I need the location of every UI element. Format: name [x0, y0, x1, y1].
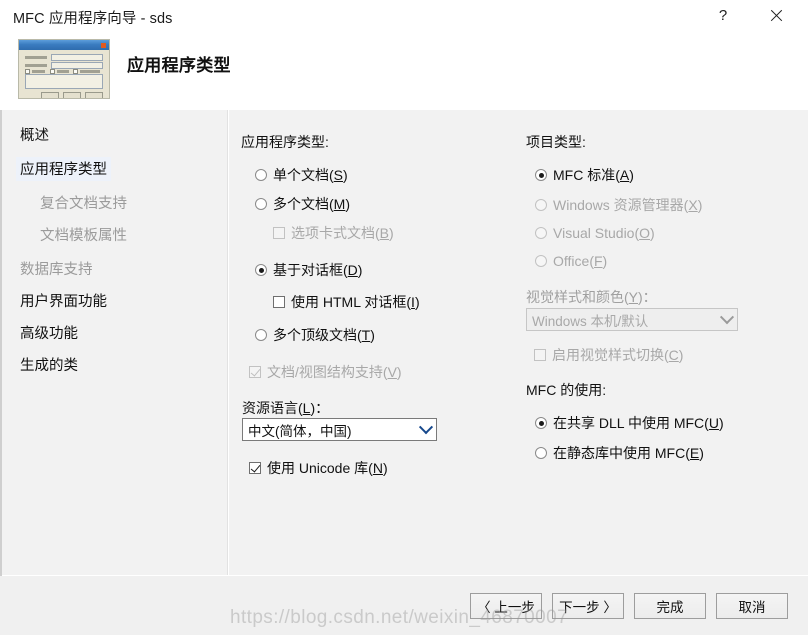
radio-use-mfc-shared-dll[interactable]: 在共享 DLL 中使用 MFC(U) [535, 413, 724, 433]
option-label: Visual Studio(O) [553, 225, 655, 241]
project-type-column: 项目类型: MFC 标准(A) Windows 资源管理器(X) Visual … [526, 110, 796, 575]
sidebar-item-4: 文档模板属性 [36, 223, 131, 247]
sidebar-item-label: 数据库支持 [20, 262, 93, 278]
radio-single-document[interactable]: 单个文档(S) [255, 165, 348, 185]
radio-indicator [255, 169, 267, 181]
sidebar-item-label: 生成的类 [20, 358, 78, 374]
wizard-sidebar: 概述应用程序类型复合文档支持 文档模板属性数据库支持用户界面功能 高级功能生成的类 [2, 110, 228, 575]
checkbox-tabbed-documents: 选项卡式文档(B) [273, 223, 394, 243]
cancel-button[interactable]: 取消 [716, 593, 788, 619]
help-button[interactable]: ? [700, 0, 746, 31]
option-label: 在共享 DLL 中使用 MFC(U) [553, 415, 724, 431]
radio-indicator [535, 227, 547, 239]
checkbox-use-unicode-libraries[interactable]: 使用 Unicode 库(N) [249, 458, 388, 478]
close-button[interactable] [753, 0, 799, 31]
title-bar: MFC 应用程序向导 - sds ? [0, 0, 808, 32]
sidebar-item-6[interactable]: 用户界面功能 [16, 289, 111, 313]
thumbnail-titlebar [19, 40, 109, 50]
application-type-column: 应用程序类型: 单个文档(S) 多个文档(M) 选项卡式文档(B) 基于对话框(… [241, 110, 521, 575]
radio-indicator [535, 417, 547, 429]
radio-multiple-top-level-documents[interactable]: 多个顶级文档(T) [255, 325, 375, 345]
radio-dialog-based[interactable]: 基于对话框(D) [255, 260, 362, 280]
radio-indicator [255, 264, 267, 276]
dialog-preview-thumbnail [18, 39, 110, 99]
mfc-usage-group-label: MFC 的使用: [526, 382, 607, 398]
sidebar-item-2[interactable]: 应用程序类型 [16, 157, 111, 181]
checkbox-enable-visual-style-switching: 启用视觉样式切换(C) [534, 345, 683, 365]
checkbox-indicator [273, 296, 285, 308]
radio-multiple-documents[interactable]: 多个文档(M) [255, 194, 350, 214]
sidebar-item-3: 复合文档支持 [36, 191, 131, 215]
window-title: MFC 应用程序向导 - sds [13, 11, 173, 27]
page-title: 应用程序类型 [127, 56, 231, 75]
chevron-down-icon [416, 419, 436, 435]
option-label: 基于对话框(D) [273, 262, 363, 278]
wizard-content-panel: 应用程序类型: 单个文档(S) 多个文档(M) 选项卡式文档(B) 基于对话框(… [229, 110, 808, 575]
back-button[interactable]: 〈 上一步 [470, 593, 542, 619]
option-label: 多个顶级文档(T) [273, 327, 375, 343]
radio-windows-explorer: Windows 资源管理器(X) [535, 195, 702, 215]
option-label: 启用视觉样式切换(C) [552, 347, 684, 363]
radio-indicator [255, 198, 267, 210]
checkbox-indicator [249, 462, 261, 474]
sidebar-item-label: 复合文档支持 [40, 196, 127, 212]
sidebar-item-1[interactable]: 概述 [16, 123, 53, 147]
radio-mfc-standard[interactable]: MFC 标准(A) [535, 165, 634, 185]
wizard-footer: 〈 上一步 下一步 〉 完成 取消 [0, 576, 808, 635]
next-button[interactable]: 下一步 〉 [552, 593, 624, 619]
option-label: 使用 Unicode 库(N) [267, 460, 388, 476]
sidebar-item-7[interactable]: 高级功能 [16, 321, 82, 345]
checkbox-indicator [273, 227, 285, 239]
radio-indicator [535, 255, 547, 267]
option-label: Office(F) [553, 253, 608, 269]
resource-language-value: 中文(简体，中国) [248, 423, 352, 439]
thumbnail-body [19, 50, 109, 98]
project-type-group-label: 项目类型: [526, 134, 586, 150]
sidebar-item-label: 高级功能 [20, 326, 78, 342]
radio-indicator [255, 329, 267, 341]
radio-indicator [535, 169, 547, 181]
chevron-down-icon [717, 309, 737, 325]
visual-style-label: 视觉样式和颜色(Y)： [526, 289, 657, 305]
sidebar-item-label: 应用程序类型 [20, 162, 107, 178]
option-label: 文档/视图结构支持(V) [267, 364, 402, 380]
option-label: 使用 HTML 对话框(I) [291, 294, 420, 310]
option-label: 多个文档(M) [273, 196, 351, 212]
option-label: MFC 标准(A) [553, 167, 634, 183]
sidebar-item-label: 文档模板属性 [40, 228, 127, 244]
wizard-banner: 应用程序类型 [0, 32, 808, 110]
close-icon [770, 9, 783, 22]
option-label: Windows 资源管理器(X) [553, 197, 703, 213]
checkbox-indicator [534, 349, 546, 361]
checkbox-use-html-dialog[interactable]: 使用 HTML 对话框(I) [273, 292, 420, 312]
resource-language-label: 资源语言(L)： [242, 400, 330, 416]
mfc-wizard-window: MFC 应用程序向导 - sds ? 应用程序类型 概述 应用程序类型 复合文档… [0, 0, 808, 635]
finish-button[interactable]: 完成 [634, 593, 706, 619]
visual-style-combobox: Windows 本机/默认 [526, 308, 738, 331]
checkbox-indicator [249, 366, 261, 378]
question-mark-icon: ? [718, 7, 728, 24]
visual-style-value: Windows 本机/默认 [532, 313, 649, 329]
resource-language-combobox[interactable]: 中文(简体，中国) [242, 418, 437, 441]
sidebar-item-label: 用户界面功能 [20, 294, 107, 310]
option-label: 在静态库中使用 MFC(E) [553, 445, 704, 461]
sidebar-item-5: 数据库支持 [16, 257, 97, 281]
option-label: 选项卡式文档(B) [291, 225, 394, 241]
checkbox-document-view-support: 文档/视图结构支持(V) [249, 362, 402, 382]
radio-office: Office(F) [535, 253, 607, 269]
radio-indicator [535, 447, 547, 459]
radio-indicator [535, 199, 547, 211]
radio-visual-studio: Visual Studio(O) [535, 225, 655, 241]
application-type-group-label: 应用程序类型: [241, 134, 329, 150]
option-label: 单个文档(S) [273, 167, 348, 183]
sidebar-item-label: 概述 [20, 128, 49, 144]
sidebar-item-8[interactable]: 生成的类 [16, 353, 82, 377]
radio-use-mfc-static-library[interactable]: 在静态库中使用 MFC(E) [535, 443, 704, 463]
